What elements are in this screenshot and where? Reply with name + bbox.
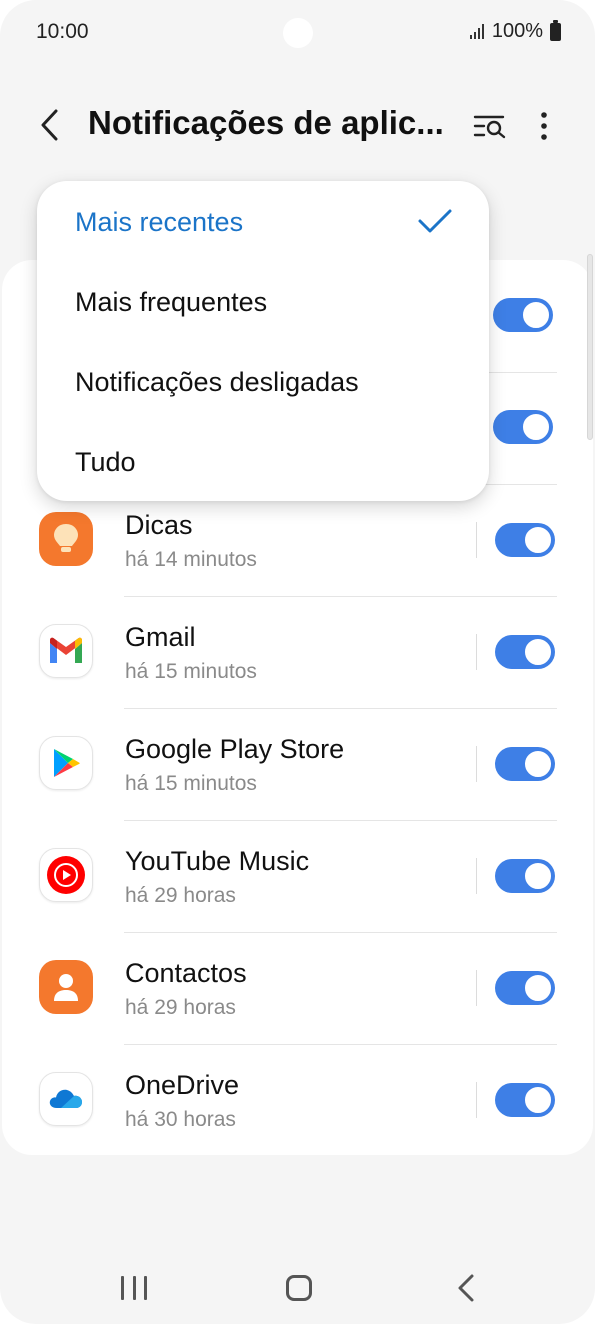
- status-bar: 10:00 100%: [0, 0, 595, 66]
- list-item-onedrive[interactable]: OneDrive há 30 horas: [2, 1045, 593, 1157]
- app-bar: Notificações de aplic...: [0, 90, 595, 160]
- back-button[interactable]: [28, 100, 72, 150]
- notifications-toggle[interactable]: [495, 747, 555, 781]
- app-name: YouTube Music: [125, 846, 310, 876]
- notifications-toggle[interactable]: [495, 1083, 555, 1117]
- signal-icon: [469, 24, 484, 39]
- hidden-app-toggle-1[interactable]: [493, 298, 553, 332]
- scrollbar[interactable]: [587, 254, 593, 440]
- separator: [476, 1082, 477, 1118]
- more-vertical-icon: [541, 112, 547, 140]
- sort-option-label: Tudo: [75, 447, 136, 477]
- app-name: OneDrive: [125, 1070, 240, 1100]
- dicas-bulb-icon: [39, 512, 93, 566]
- more-options-button[interactable]: [524, 104, 564, 148]
- contacts-icon: [39, 960, 93, 1014]
- toggle-knob: [523, 749, 553, 779]
- list-item-gmail[interactable]: Gmail há 15 minutos: [2, 597, 593, 709]
- sort-option-label: Notificações desligadas: [75, 367, 359, 397]
- status-time: 10:00: [36, 20, 89, 43]
- app-last-notification: há 15 minutos: [125, 772, 257, 795]
- app-last-notification: há 29 horas: [125, 996, 236, 1019]
- toggle-knob: [523, 861, 553, 891]
- app-last-notification: há 15 minutos: [125, 660, 257, 683]
- sort-option-label: Mais recentes: [75, 207, 244, 237]
- app-name: Contactos: [125, 958, 247, 988]
- nav-back-button[interactable]: [452, 1272, 480, 1304]
- list-item-contactos[interactable]: Contactos há 29 horas: [2, 933, 593, 1045]
- app-name: Gmail: [125, 622, 196, 652]
- toggle-knob: [523, 973, 553, 1003]
- list-item-google-play-store[interactable]: Google Play Store há 15 minutos: [2, 709, 593, 821]
- battery-icon: [550, 19, 561, 41]
- gmail-icon: [39, 624, 93, 678]
- google-play-icon: [39, 736, 93, 790]
- app-last-notification: há 30 horas: [125, 1108, 236, 1131]
- onedrive-icon: [39, 1072, 93, 1126]
- app-name: Dicas: [125, 510, 193, 540]
- navigation-bar: [0, 1250, 595, 1324]
- notifications-toggle[interactable]: [495, 523, 555, 557]
- list-item-youtube-music[interactable]: YouTube Music há 29 horas: [2, 821, 593, 933]
- page-title: Notificações de aplic...: [88, 104, 444, 141]
- notifications-toggle[interactable]: [495, 859, 555, 893]
- battery-percent: 100%: [491, 20, 543, 42]
- toggle-knob: [523, 525, 553, 555]
- app-last-notification: há 29 horas: [125, 884, 236, 907]
- sort-option-label: Mais frequentes: [75, 287, 268, 317]
- sort-dropdown-menu: Mais recentes Mais frequentes Notificaçõ…: [37, 181, 489, 501]
- separator: [476, 746, 477, 782]
- app-name: Google Play Store: [125, 734, 345, 764]
- search-filter-button[interactable]: [468, 104, 512, 148]
- separator: [476, 970, 477, 1006]
- youtube-music-icon: [39, 848, 93, 902]
- separator: [476, 634, 477, 670]
- status-indicators: 100%: [469, 19, 561, 43]
- front-camera: [283, 18, 313, 48]
- toggle-knob: [523, 1085, 553, 1115]
- sort-option-all[interactable]: Tudo: [37, 423, 489, 503]
- checkmark-icon: [418, 209, 452, 233]
- search-filter-icon: [473, 115, 506, 139]
- sort-option-most-recent[interactable]: Mais recentes: [37, 183, 489, 263]
- notifications-toggle[interactable]: [495, 971, 555, 1005]
- recent-apps-button[interactable]: [121, 1276, 147, 1300]
- sort-option-most-frequent[interactable]: Mais frequentes: [37, 263, 489, 343]
- back-arrow-icon: [41, 109, 58, 141]
- sort-option-notifications-off[interactable]: Notificações desligadas: [37, 343, 489, 423]
- toggle-knob: [521, 412, 551, 442]
- app-last-notification: há 14 minutos: [125, 548, 257, 571]
- separator: [476, 522, 477, 558]
- separator: [476, 858, 477, 894]
- toggle-knob: [523, 637, 553, 667]
- home-button[interactable]: [286, 1275, 312, 1301]
- notifications-toggle[interactable]: [495, 635, 555, 669]
- phone-screen: 10:00 100% Notificações de aplic... Dica…: [0, 0, 595, 1324]
- hidden-app-toggle-2[interactable]: [493, 410, 553, 444]
- toggle-knob: [521, 300, 551, 330]
